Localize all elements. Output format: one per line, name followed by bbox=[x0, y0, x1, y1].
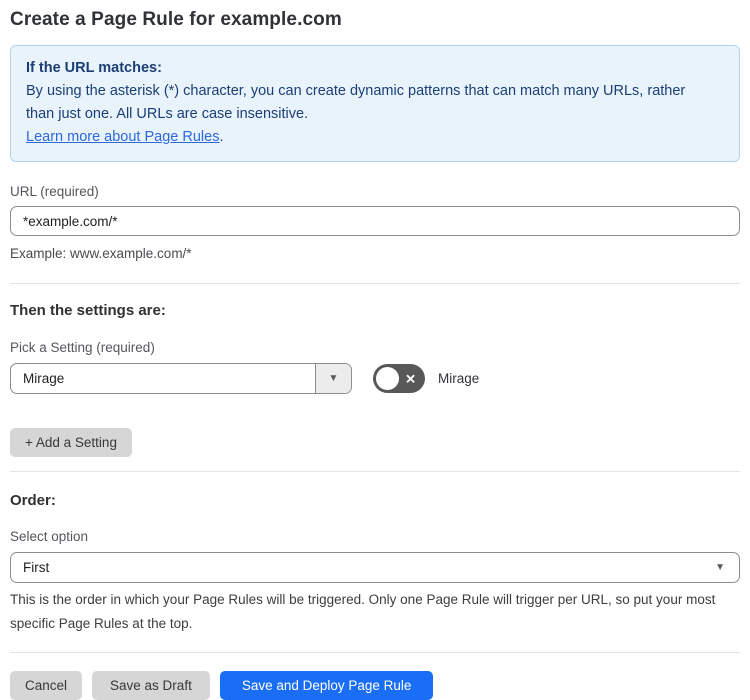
toggle-off-x-icon: ✕ bbox=[405, 371, 416, 386]
settings-section-heading: Then the settings are: bbox=[10, 302, 166, 319]
page-title: Create a Page Rule for example.com bbox=[10, 9, 342, 30]
learn-more-link[interactable]: Learn more about Page Rules bbox=[26, 129, 219, 145]
order-select-label: Select option bbox=[10, 529, 89, 544]
url-field-label: URL (required) bbox=[10, 184, 99, 199]
mirage-toggle[interactable]: ✕ bbox=[373, 364, 425, 393]
save-as-draft-button[interactable]: Save as Draft bbox=[92, 671, 210, 700]
pick-setting-label: Pick a Setting (required) bbox=[10, 340, 155, 355]
divider bbox=[10, 471, 740, 472]
info-box-body: By using the asterisk (*) character, you… bbox=[26, 83, 686, 122]
url-match-info-box: If the URL matches: By using the asteris… bbox=[10, 45, 740, 162]
chevron-down-icon: ▼ bbox=[328, 372, 339, 384]
setting-select-arrow-button[interactable]: ▼ bbox=[315, 364, 351, 393]
save-and-deploy-button[interactable]: Save and Deploy Page Rule bbox=[219, 671, 434, 700]
order-section-heading: Order: bbox=[10, 492, 56, 509]
order-select[interactable]: First ▼ bbox=[10, 552, 740, 583]
toggle-setting-label: Mirage bbox=[438, 371, 480, 386]
info-box-link-line: Learn more about Page Rules. bbox=[26, 126, 724, 149]
footer-actions: Cancel Save as Draft Save and Deploy Pag… bbox=[10, 671, 740, 700]
order-select-value: First bbox=[23, 560, 50, 575]
info-box-heading: If the URL matches: bbox=[26, 60, 162, 76]
url-input[interactable] bbox=[10, 206, 740, 236]
divider bbox=[10, 652, 740, 653]
toggle-knob bbox=[376, 367, 399, 390]
url-example-helper: Example: www.example.com/* bbox=[10, 246, 192, 261]
setting-select-value: Mirage bbox=[23, 371, 65, 386]
create-page-rule-form: Create a Page Rule for example.com If th… bbox=[0, 0, 750, 700]
link-suffix: . bbox=[219, 129, 224, 145]
order-helper-text: This is the order in which your Page Rul… bbox=[10, 592, 716, 631]
chevron-down-icon: ▼ bbox=[715, 561, 725, 573]
cancel-button[interactable]: Cancel bbox=[10, 671, 83, 700]
add-setting-button[interactable]: + Add a Setting bbox=[10, 428, 132, 457]
setting-select[interactable]: Mirage ▼ bbox=[10, 363, 352, 394]
divider bbox=[10, 283, 740, 284]
setting-row: Mirage ▼ ✕ Mirage bbox=[10, 363, 740, 394]
